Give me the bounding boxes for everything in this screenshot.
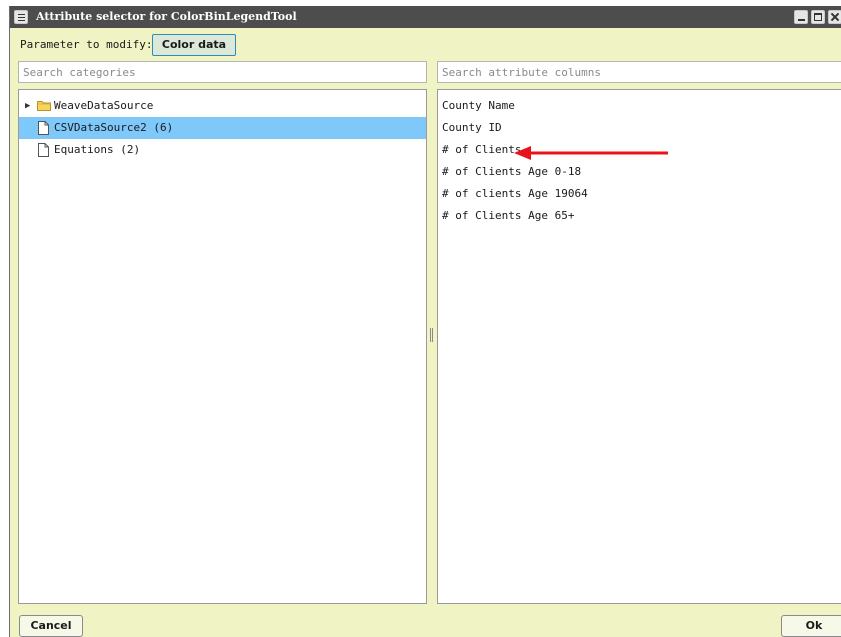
attribute-columns-list: County Name County ID # of Clients # of … (437, 89, 841, 604)
attribute-item-clients-age-0-18[interactable]: # of Clients Age 0-18 (442, 161, 581, 183)
categories-tree: ▶ WeaveDataSource CSVDataSource2 (6) Equ… (18, 89, 427, 604)
attribute-selector-window: Attribute selector for ColorBinLegendToo… (9, 6, 841, 637)
cancel-button[interactable]: Cancel (19, 615, 83, 637)
window-title: Attribute selector for ColorBinLegendToo… (36, 10, 297, 23)
parameter-label: Parameter to modify: (20, 38, 153, 51)
file-icon (38, 121, 49, 135)
search-categories-input[interactable] (18, 61, 427, 83)
tree-item-label: CSVDataSource2 (6) (54, 121, 174, 134)
file-icon (38, 143, 49, 157)
tree-item-weavedatasource[interactable]: ▶ WeaveDataSource (19, 95, 426, 117)
folder-icon (37, 101, 51, 111)
attribute-item-county-name[interactable]: County Name (442, 95, 515, 117)
tree-item-csvdatasource2[interactable]: CSVDataSource2 (6) (19, 117, 426, 139)
tree-item-label: WeaveDataSource (54, 99, 154, 112)
tree-item-equations[interactable]: Equations (2) (19, 139, 426, 161)
expand-arrow-icon[interactable]: ▶ (25, 95, 30, 117)
attribute-item-num-clients[interactable]: # of Clients (442, 139, 521, 161)
ok-button[interactable]: Ok (781, 615, 841, 637)
attribute-item-clients-age-19064[interactable]: # of clients Age 19064 (442, 183, 588, 205)
color-data-button[interactable]: Color data (152, 34, 236, 56)
red-arrow-annotation-icon (514, 146, 668, 160)
attribute-item-clients-age-65-plus[interactable]: # of Clients Age 65+ (442, 205, 574, 227)
tree-item-label: Equations (2) (54, 143, 141, 156)
minimize-icon[interactable] (794, 10, 808, 24)
window-menu-icon[interactable] (14, 10, 28, 24)
maximize-icon[interactable] (811, 10, 825, 24)
close-icon[interactable] (828, 10, 841, 24)
search-attribute-columns-input[interactable] (437, 61, 841, 83)
title-bar[interactable]: Attribute selector for ColorBinLegendToo… (10, 6, 841, 28)
panel-resize-handle[interactable] (430, 328, 434, 342)
attribute-item-county-id[interactable]: County ID (442, 117, 502, 139)
